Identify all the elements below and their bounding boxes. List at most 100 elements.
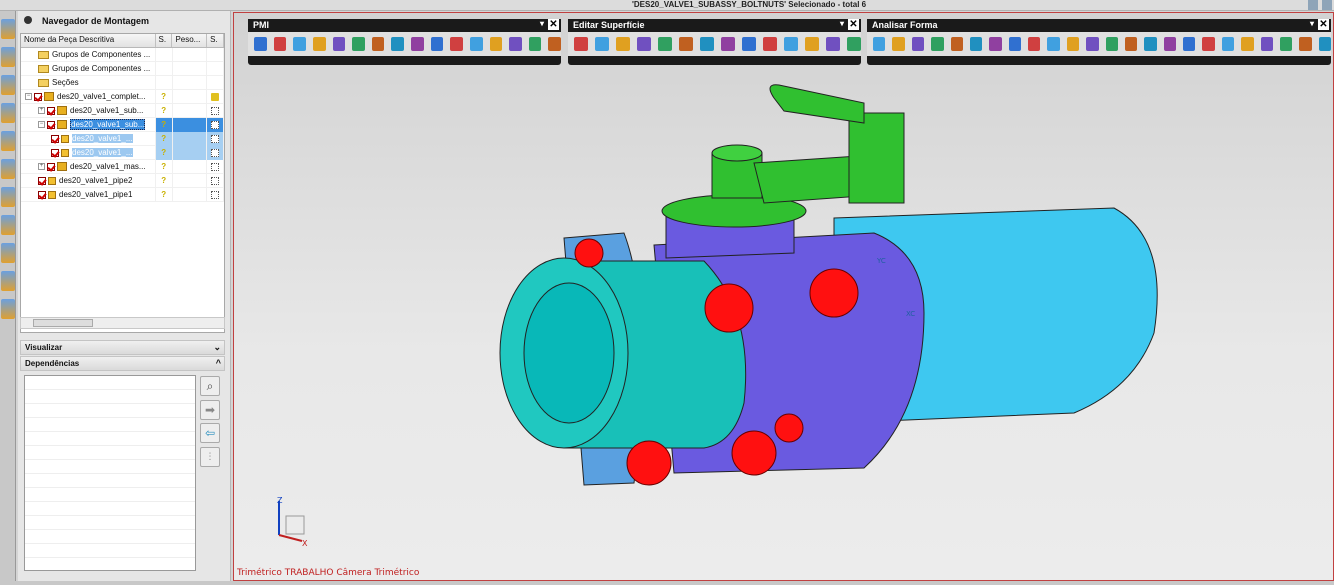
assembly-navigator: Navegador de Montagem Nome da Peça Descr…	[18, 11, 231, 581]
bottom-bar	[0, 581, 1334, 585]
history-tab-icon[interactable]	[1, 159, 15, 179]
tree-row-label: des20_valve1_complet...	[57, 92, 146, 101]
tree-row-label: des20_valve1_mas...	[70, 162, 146, 171]
web-browser-tab-icon[interactable]	[1, 131, 15, 151]
checkbox[interactable]	[211, 106, 220, 115]
tree-row[interactable]: des20_valve1_pipe1?	[21, 187, 224, 202]
assembly-icon	[57, 162, 67, 171]
dependencies-list[interactable]	[24, 375, 196, 571]
arrow-right-icon[interactable]: ➡	[200, 400, 220, 420]
lock-icon[interactable]	[211, 92, 220, 101]
z-axis-label: Z	[277, 496, 283, 505]
x-axis-label: X	[302, 539, 308, 548]
visibility-checkbox[interactable]	[47, 120, 55, 129]
visibility-checkbox[interactable]	[51, 148, 59, 157]
column-header-weight[interactable]: Peso...	[172, 34, 208, 47]
scroll-thumb[interactable]	[33, 319, 93, 327]
smiley-tab-icon[interactable]	[1, 299, 15, 319]
horizontal-scrollbar[interactable]	[20, 317, 225, 329]
valve-model[interactable]: Z X YC XC	[234, 13, 1334, 582]
status-question-icon: ?	[161, 190, 167, 199]
selection-status: 'DES20_VALVE1_SUBASSY_BOLTNUTS' Selecion…	[632, 0, 867, 9]
part-icon	[48, 190, 56, 199]
arrow-left-icon[interactable]: ⇦	[200, 423, 220, 443]
chevron-down-icon[interactable]: ⌄	[213, 342, 221, 353]
status-question-icon: ?	[161, 176, 167, 185]
tree-row-label: des20_valve1_sub...	[70, 119, 146, 130]
tree-row[interactable]: + des20_valve1_sub...?	[21, 103, 224, 118]
assembly-icon	[57, 106, 67, 115]
tree-header: Nome da Peça Descritiva S. Peso... S.	[21, 34, 225, 48]
tree-row[interactable]: Grupos de Componentes ...	[21, 61, 224, 76]
pipe-bore	[523, 282, 615, 424]
expand-icon[interactable]: +	[38, 163, 45, 170]
tree-row-label: Grupos de Componentes ...	[52, 64, 151, 73]
assembly-tree[interactable]: Nome da Peça Descritiva S. Peso... S. Gr…	[20, 33, 225, 333]
tree-view-icon[interactable]: ⋮	[200, 447, 220, 467]
tree-row[interactable]: des20_valve1_pipe2?	[21, 173, 224, 188]
roles-tab-icon[interactable]	[1, 243, 15, 263]
column-header-s[interactable]: S.	[156, 34, 173, 47]
checkbox[interactable]	[211, 162, 220, 171]
tree-row-label: Grupos de Componentes ...	[52, 50, 151, 59]
handle-nut	[848, 112, 905, 204]
visibility-checkbox[interactable]	[34, 92, 42, 101]
tree-row[interactable]: Seções	[21, 75, 224, 90]
checkbox[interactable]	[211, 190, 220, 199]
checkbox[interactable]	[211, 120, 220, 129]
reuse-library-tab-icon[interactable]	[1, 103, 15, 123]
expand-icon[interactable]: −	[25, 93, 32, 100]
tree-row[interactable]: Grupos de Componentes ...	[21, 47, 224, 62]
expand-icon[interactable]: +	[38, 107, 45, 114]
column-header-name[interactable]: Nome da Peça Descritiva	[21, 34, 156, 47]
window-icon[interactable]	[1308, 0, 1318, 10]
visibility-checkbox[interactable]	[47, 106, 55, 115]
view-caption: Trimétrico TRABALHO Câmera Trimétrico	[237, 568, 420, 578]
checkbox[interactable]	[211, 148, 220, 157]
part-navigator-tab-icon[interactable]	[1, 75, 15, 95]
tree-row-label: des20_valve1_sub...	[70, 106, 144, 115]
expand-icon[interactable]: −	[38, 121, 45, 128]
constraint-navigator-tab-icon[interactable]	[1, 47, 15, 67]
status-question-icon: ?	[161, 148, 167, 157]
handle-lever	[769, 84, 865, 124]
visualizar-section[interactable]: Visualizar ⌄	[20, 340, 225, 355]
folder-icon	[38, 50, 49, 59]
checkbox[interactable]	[211, 134, 220, 143]
tree-row[interactable]: − des20_valve1_complet...?	[21, 89, 225, 104]
visibility-checkbox[interactable]	[38, 190, 46, 199]
folder-icon	[38, 64, 49, 73]
visibility-checkbox[interactable]	[47, 162, 55, 171]
part-icon	[61, 148, 69, 157]
column-header-s2[interactable]: S.	[207, 34, 225, 47]
system-materials-tab-icon[interactable]	[1, 187, 15, 207]
tree-row-label: Seções	[52, 78, 79, 87]
status-question-icon: ?	[161, 120, 167, 129]
window-icon[interactable]	[1322, 0, 1332, 10]
tree-row[interactable]: − des20_valve1_sub...?	[21, 117, 224, 132]
assembly-icon	[57, 120, 67, 129]
top-status-bar: 'DES20_VALVE1_SUBASSY_BOLTNUTS' Selecion…	[0, 0, 1334, 11]
graphics-viewport[interactable]: PMI ▾ ✕ Editar Superfície ▾ ✕ Analisar Forma…	[233, 12, 1334, 581]
visibility-checkbox[interactable]	[38, 176, 46, 185]
tree-row-label: des20_valve1_pipe1	[59, 190, 133, 199]
folder-icon	[38, 78, 49, 87]
part-icon	[48, 176, 56, 185]
search-icon[interactable]: ⌕	[200, 376, 220, 396]
status-question-icon: ?	[161, 106, 167, 115]
dependencias-section[interactable]: Dependências ^	[20, 356, 225, 371]
chevron-up-icon[interactable]: ^	[216, 358, 221, 368]
system-scenes-tab-icon[interactable]	[1, 271, 15, 291]
tree-row-label: des20_valve1_...	[72, 134, 133, 143]
process-studio-tab-icon[interactable]	[1, 215, 15, 235]
tree-row[interactable]: + des20_valve1_mas...?	[21, 159, 224, 174]
pin-icon[interactable]	[24, 16, 32, 24]
assembly-navigator-tab-icon[interactable]	[1, 19, 15, 39]
status-question-icon: ?	[161, 92, 167, 101]
checkbox[interactable]	[211, 176, 220, 185]
yc-label: YC	[876, 257, 886, 265]
tree-row[interactable]: des20_valve1_...?	[21, 131, 224, 146]
tree-row[interactable]: des20_valve1_...?	[21, 145, 224, 160]
status-question-icon: ?	[161, 162, 167, 171]
visibility-checkbox[interactable]	[51, 134, 59, 143]
